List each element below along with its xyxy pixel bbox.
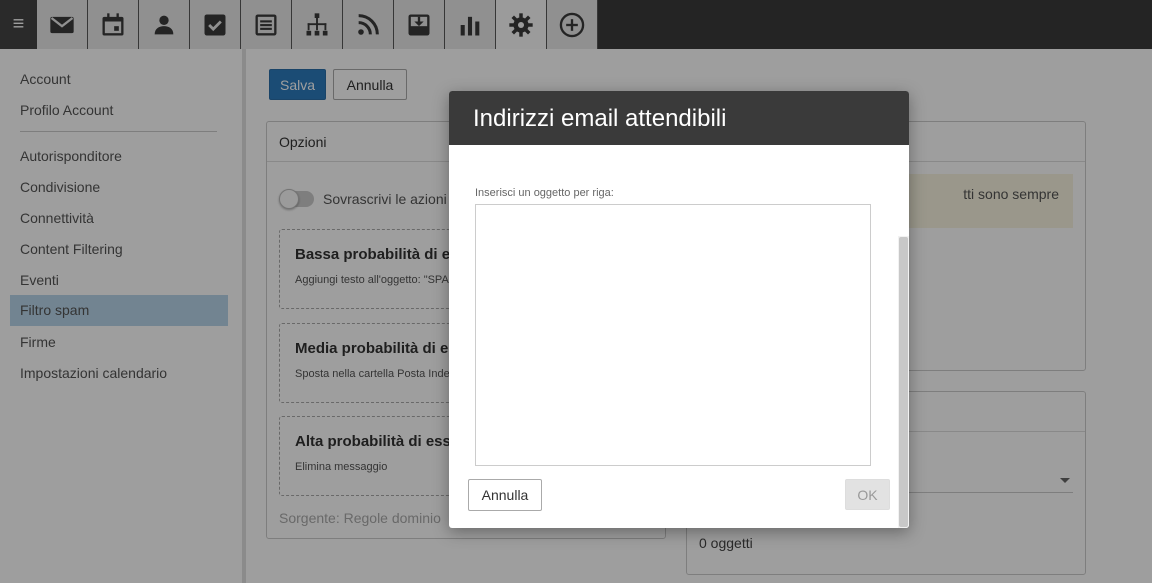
textarea-label: Inserisci un oggetto per riga: (475, 187, 614, 199)
dialog-ok-button[interactable]: OK (845, 479, 890, 510)
dialog-cancel-button[interactable]: Annulla (468, 479, 542, 511)
trusted-emails-textarea[interactable] (475, 204, 871, 466)
dialog-title: Indirizzi email attendibili (449, 91, 909, 145)
dialog-scrollbar-thumb[interactable] (899, 237, 908, 527)
trusted-emails-dialog: Indirizzi email attendibili Inserisci un… (449, 91, 909, 528)
